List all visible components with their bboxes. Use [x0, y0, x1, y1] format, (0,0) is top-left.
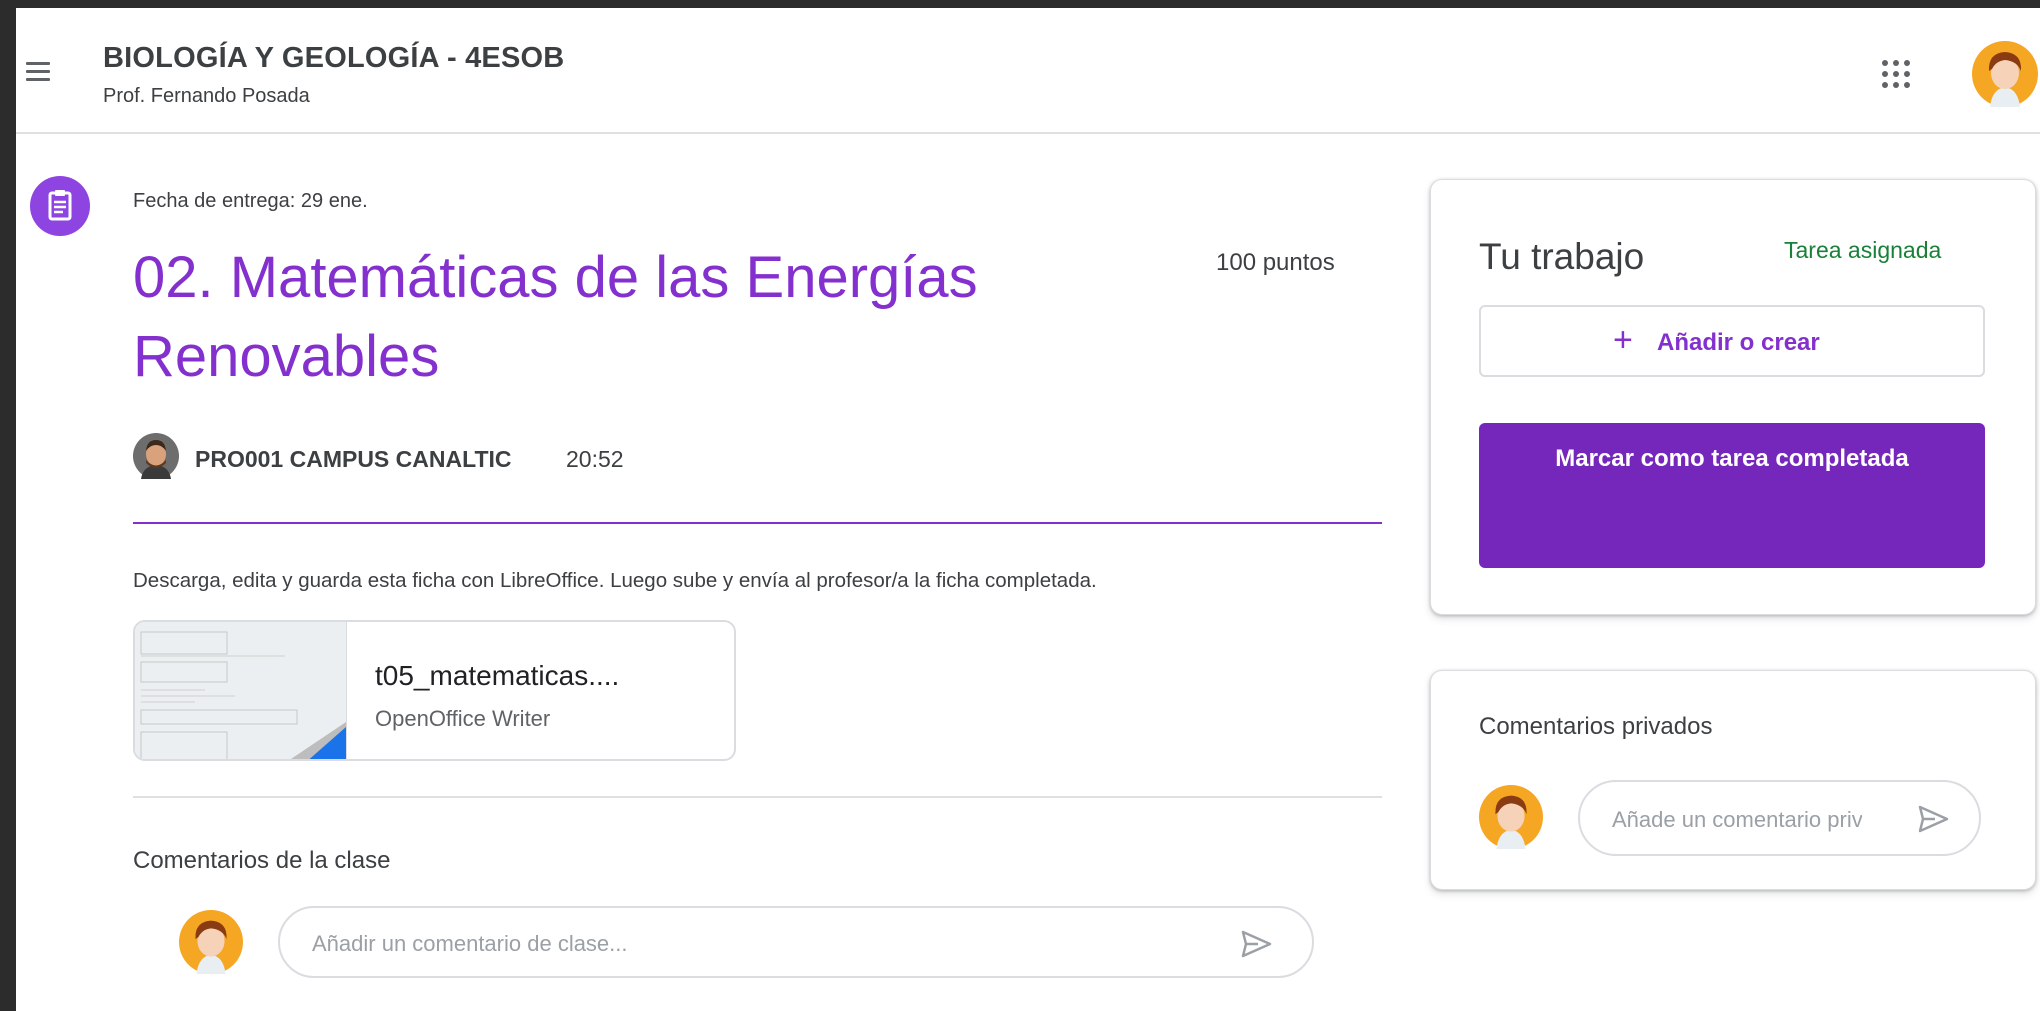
attachment-card[interactable]: t05_matematicas.... OpenOffice Writer — [133, 620, 736, 761]
assignment-icon — [30, 176, 90, 236]
private-comments-card: Comentarios privados — [1430, 670, 2036, 890]
post-time: 20:52 — [566, 446, 624, 472]
your-work-title: Tu trabajo — [1479, 236, 1645, 277]
send-icon[interactable] — [1238, 926, 1274, 962]
attachment-name: t05_matematicas.... — [375, 660, 620, 691]
class-comment-field[interactable] — [278, 906, 1314, 978]
your-work-card: Tu trabajo Tarea asignada + Añadir o cre… — [1430, 179, 2036, 615]
author-name: PRO001 CAMPUS CANALTIC — [195, 446, 512, 472]
attachment-thumbnail — [135, 622, 347, 759]
plus-icon: + — [1613, 321, 1633, 359]
assignment-title: 02. Matemáticas de las Energías Renovabl… — [133, 245, 978, 389]
due-date: Fecha de entrega: 29 ene. — [133, 190, 368, 212]
class-comment-input[interactable] — [310, 928, 1214, 960]
private-comment-field[interactable] — [1578, 780, 1981, 856]
app-frame: BIOLOGÍA Y GEOLOGÍA - 4ESOB Prof. Fernan… — [16, 8, 2040, 1011]
class-title[interactable]: BIOLOGÍA Y GEOLOGÍA - 4ESOB — [103, 42, 564, 75]
account-avatar[interactable] — [1972, 41, 2038, 107]
teacher-name: Prof. Fernando Posada — [103, 85, 310, 107]
hamburger-menu-icon[interactable] — [26, 62, 50, 82]
author-avatar — [133, 433, 179, 479]
send-icon[interactable] — [1915, 801, 1951, 837]
apps-grid-icon[interactable] — [1882, 60, 1912, 90]
class-comments-title: Comentarios de la clase — [133, 847, 391, 874]
assignment-points: 100 puntos — [1216, 249, 1335, 276]
private-comment-input[interactable] — [1610, 804, 1864, 836]
top-app-bar: BIOLOGÍA Y GEOLOGÍA - 4ESOB Prof. Fernan… — [16, 8, 2040, 134]
assignment-description: Descarga, edita y guarda esta ficha con … — [133, 569, 1097, 592]
user-avatar — [179, 910, 243, 974]
attachment-type: OpenOffice Writer — [375, 706, 551, 731]
private-comments-title: Comentarios privados — [1479, 713, 1713, 740]
mark-complete-button[interactable]: Marcar como tarea completada — [1479, 423, 1985, 568]
add-or-create-label: Añadir o crear — [1657, 329, 1820, 356]
add-or-create-button[interactable]: + Añadir o crear — [1479, 305, 1985, 377]
comments-divider — [133, 796, 1382, 798]
work-status-badge: Tarea asignada — [1784, 237, 1942, 263]
title-divider — [133, 522, 1382, 524]
user-avatar — [1479, 785, 1543, 849]
